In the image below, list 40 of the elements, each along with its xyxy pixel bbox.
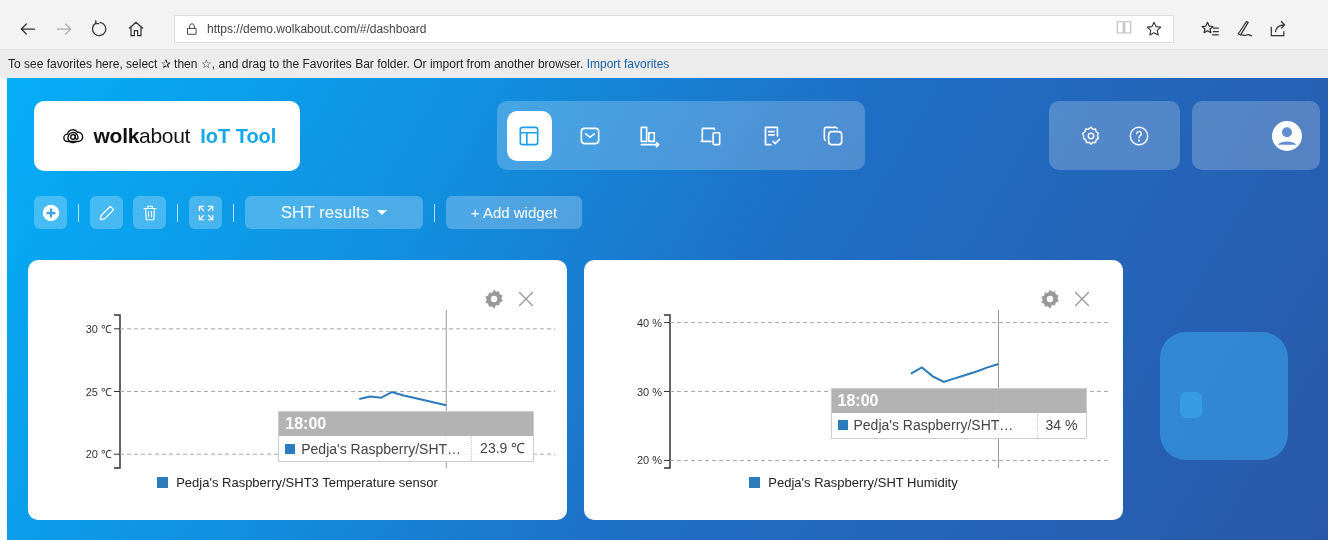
legend-swatch (749, 477, 761, 488)
y-tick-label: 20 % (636, 454, 662, 467)
tooltip-value: 23.9 ℃ (471, 436, 534, 462)
address-bar[interactable]: https://demo.wolkabout.com/#/dashboard (174, 15, 1174, 43)
logo: wolkabout IoT Tool (34, 101, 300, 171)
y-tick-label: 30 ℃ (85, 322, 112, 335)
y-tick-label: 20 ℃ (85, 448, 112, 461)
delete-button[interactable] (133, 196, 166, 229)
settings-icon[interactable] (1039, 288, 1061, 310)
lock-icon (185, 22, 199, 36)
edit-button[interactable] (90, 196, 123, 229)
tooltip-value: 34 % (1036, 412, 1086, 438)
trash-icon (140, 203, 159, 222)
add-button[interactable] (34, 196, 67, 229)
fullscreen-button[interactable] (189, 196, 222, 229)
favorites-hint: To see favorites here, select ✰ then ☆, and drag to the Favorites Bar folder. Or import from another browser. (8, 57, 584, 71)
tooltip-time: 18:00 (831, 388, 1086, 413)
caret-icon (377, 210, 388, 215)
help-icon[interactable] (1127, 124, 1150, 147)
y-tick-label: 40 % (636, 316, 662, 329)
user-avatar-icon[interactable] (1272, 120, 1302, 151)
settings-icon[interactable] (483, 288, 505, 310)
tooltip-time: 18:00 (279, 412, 534, 437)
legend-label[interactable]: Pedja's Raspberry/SHT3 Temperature sensor (176, 475, 438, 490)
y-tick-label: 30 % (636, 385, 662, 398)
tooltip-series: Pedja's Raspberry/SHT… (301, 440, 463, 457)
settings-icon[interactable] (1079, 124, 1102, 147)
share-icon[interactable] (1268, 19, 1288, 39)
tooltip-series: Pedja's Raspberry/SHT… (853, 417, 1015, 434)
import-favorites-link[interactable]: Import favorites (586, 57, 670, 71)
legend-label[interactable]: Pedja's Raspberry/SHT Humidity (768, 475, 958, 490)
star-icon[interactable] (1145, 20, 1163, 38)
nav-tab[interactable] (507, 110, 552, 161)
legend-swatch (157, 477, 169, 488)
series-swatch (285, 443, 296, 454)
home-icon[interactable] (126, 19, 146, 39)
plus-icon (41, 203, 60, 222)
series-swatch (837, 420, 848, 431)
book-icon[interactable] (1115, 18, 1133, 36)
y-tick-label: 25 ℃ (85, 385, 112, 398)
